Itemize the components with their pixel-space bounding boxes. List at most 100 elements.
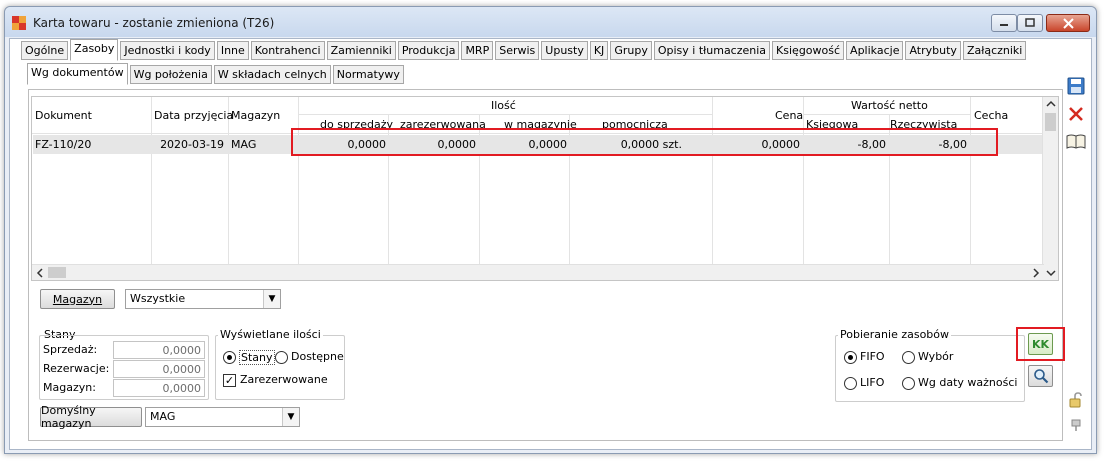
magazyn-filter-value: Wszystkie (130, 292, 186, 305)
tab-atrybuty[interactable]: Atrybuty (905, 41, 961, 60)
subtab-w-składach-celnych[interactable]: W składach celnych (213, 65, 331, 84)
tab-ogólne[interactable]: Ogólne (21, 41, 69, 60)
scroll-right-icon[interactable] (1030, 266, 1042, 280)
wyswietlane-group (215, 335, 345, 400)
col-header-magazyn[interactable]: Magazyn (231, 109, 280, 122)
magazyn-label: Magazyn: (43, 381, 96, 394)
search-button[interactable] (1028, 365, 1053, 387)
col-header-wartosc-netto: Wartość netto (851, 99, 928, 112)
wyswietlane-label: Wyświetlane ilości (218, 328, 323, 341)
col-header-dokument[interactable]: Dokument (35, 109, 92, 122)
wg-daty-label[interactable]: Wg daty ważności (918, 376, 1017, 389)
pin-icon (1071, 419, 1081, 431)
scroll-left-icon[interactable] (34, 266, 46, 280)
horizontal-scrollbar[interactable] (32, 264, 1044, 280)
fifo-label[interactable]: FIFO (860, 350, 885, 363)
wybor-label[interactable]: Wybór (918, 350, 953, 363)
subtab-normatywy[interactable]: Normatywy (332, 65, 404, 84)
save-button[interactable] (1065, 75, 1087, 97)
sprzedaz-label: Sprzedaż: (43, 343, 98, 356)
lifo-radio[interactable] (844, 377, 857, 390)
domyslny-magazyn-select[interactable]: MAG ▼ (145, 407, 300, 427)
book-icon (1066, 134, 1086, 149)
magnifier-icon (1033, 369, 1048, 384)
save-icon (1067, 77, 1085, 95)
pin-button[interactable] (1065, 414, 1087, 436)
cell-magazyn: MAG (231, 138, 257, 151)
domyslny-magazyn-button[interactable]: Domyślny magazyn (40, 404, 142, 430)
col-header-ilosc: Ilość (491, 99, 516, 112)
wg-daty-radio[interactable] (902, 377, 915, 390)
close-icon (1069, 107, 1083, 121)
tab-aplikacje[interactable]: Aplikacje (846, 41, 904, 60)
minimize-icon (1000, 24, 1008, 26)
magazyn-field: 0,0000 (113, 379, 205, 397)
magazyn-filter-label: Magazyn (52, 292, 103, 306)
sprzedaz-field: 0,0000 (113, 341, 205, 359)
pobieranie-group (835, 335, 1025, 402)
tab-jednostki-i-kody[interactable]: Jednostki i kody (120, 41, 215, 60)
subtab-wg-dokumentów[interactable]: Wg dokumentów (27, 63, 128, 85)
minimize-button[interactable] (991, 14, 1017, 32)
tab-księgowość[interactable]: Księgowość (772, 41, 845, 60)
tab-zasoby[interactable]: Zasoby (70, 39, 119, 61)
col-header-data[interactable]: Data przyjęcia (154, 109, 233, 122)
delete-button[interactable] (1065, 103, 1087, 125)
rezerwacje-field: 0,0000 (113, 360, 205, 378)
resources-grid: Dokument Data przyjęcia Magazyn Ilość do… (31, 96, 1059, 281)
lock-button[interactable] (1065, 389, 1087, 411)
tab-mrp[interactable]: MRP (461, 41, 494, 60)
tab-serwis[interactable]: Serwis (495, 41, 540, 60)
col-header-cecha[interactable]: Cecha (974, 109, 1008, 122)
app-icon (12, 16, 26, 30)
scroll-up-icon[interactable] (1044, 98, 1058, 110)
tab-upusty[interactable]: Upusty (541, 41, 588, 60)
padlock-icon (1069, 392, 1082, 408)
highlight-box-row (291, 128, 998, 156)
chevron-down-icon[interactable]: ▼ (282, 408, 299, 426)
kk-button[interactable]: KK (1028, 333, 1053, 355)
magazyn-filter-select[interactable]: Wszystkie ▼ (125, 289, 281, 309)
dostepne-radio-label[interactable]: Dostępne (291, 350, 344, 363)
fifo-radio[interactable] (844, 351, 857, 364)
sub-tabs: Wg dokumentów Wg położenia W składach celn… (27, 63, 406, 85)
magazyn-filter-button[interactable]: Magazyn (40, 289, 115, 309)
close-button[interactable] (1046, 14, 1090, 32)
tab-zamienniki[interactable]: Zamienniki (326, 41, 396, 60)
domyslny-magazyn-label: Domyślny magazyn (41, 404, 96, 430)
cell-dokument: FZ-110/20 (35, 138, 92, 151)
col-header-cena[interactable]: Cena (775, 109, 803, 122)
book-button[interactable] (1065, 131, 1087, 153)
window-title: Karta towaru - zostanie zmieniona (T26) (33, 16, 275, 30)
chevron-down-icon[interactable]: ▼ (263, 290, 280, 308)
stany-radio-label[interactable]: Stany (239, 350, 275, 365)
scroll-down-icon[interactable] (1044, 267, 1058, 279)
vertical-scrollbar[interactable] (1042, 97, 1058, 280)
close-icon (1062, 17, 1074, 29)
tab-inne[interactable]: Inne (216, 41, 249, 60)
tab-załączniki[interactable]: Załączniki (962, 41, 1027, 60)
wybor-radio[interactable] (902, 351, 915, 364)
title-bar: Karta towaru - zostanie zmieniona (T26) (5, 7, 1096, 37)
stany-radio[interactable] (223, 351, 236, 364)
pobieranie-label: Pobieranie zasobów (838, 328, 952, 341)
kk-label: KK (1031, 337, 1050, 351)
dostepne-radio[interactable] (275, 351, 288, 364)
domyslny-magazyn-value: MAG (150, 410, 176, 423)
rezerwacje-label: Rezerwacje: (43, 362, 110, 375)
maximize-icon (1025, 18, 1035, 27)
content-area: Ogólne Zasoby Jednostki i kody Inne Kontrahe… (9, 38, 1092, 450)
tab-grupy[interactable]: Grupy (610, 41, 652, 60)
tab-produkcja[interactable]: Produkcja (397, 41, 460, 60)
tab-opisy-i-tłumaczenia[interactable]: Opisy i tłumaczenia (653, 41, 771, 60)
cell-data: 2020-03-19 (160, 138, 224, 151)
tab-kj[interactable]: KJ (589, 41, 609, 60)
maximize-button[interactable] (1017, 14, 1043, 32)
main-tabs: Ogólne Zasoby Jednostki i kody Inne Kontrahe… (21, 39, 1028, 61)
tab-kontrahenci[interactable]: Kontrahenci (250, 41, 325, 60)
zarezerwowane-checkbox[interactable]: ✓ (223, 374, 236, 387)
subtab-wg-położenia[interactable]: Wg położenia (129, 65, 212, 84)
product-card-window: Karta towaru - zostanie zmieniona (T26) … (4, 6, 1097, 454)
zarezerwowane-label[interactable]: Zarezerwowane (240, 373, 328, 386)
lifo-label[interactable]: LIFO (860, 376, 884, 389)
